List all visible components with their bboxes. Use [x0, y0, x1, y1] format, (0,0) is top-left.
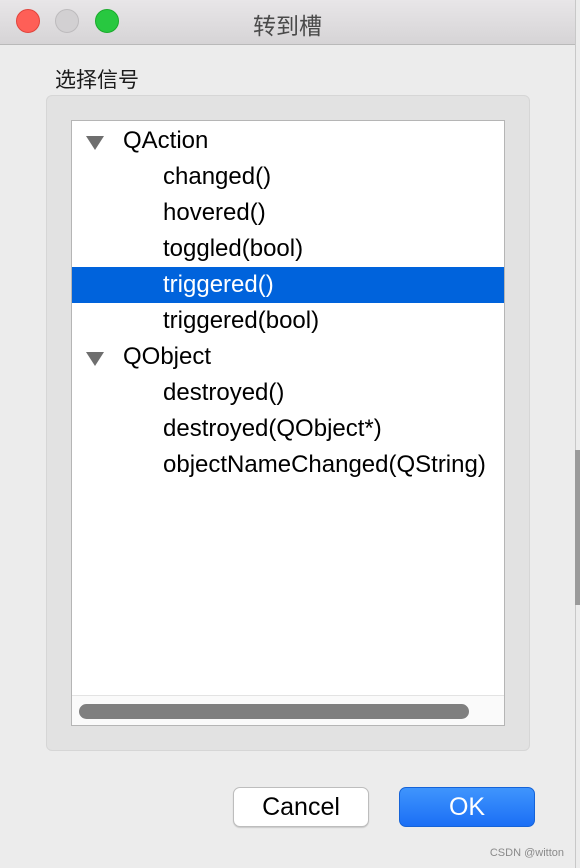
tree-row-label: toggled(bool): [163, 235, 304, 262]
ok-button[interactable]: OK: [399, 787, 535, 827]
horizontal-scrollbar[interactable]: [72, 695, 504, 725]
window-title: 转到槽: [253, 13, 322, 39]
tree-signal-row[interactable]: toggled(bool): [72, 231, 504, 267]
background-window-edge: [575, 450, 580, 605]
go-to-slot-dialog: 转到槽 选择信号 QAction changed() hovered() toggle…: [0, 0, 576, 868]
tree-group-row[interactable]: QAction: [72, 123, 504, 159]
tree-signal-row[interactable]: triggered(): [72, 267, 504, 303]
tree-row-label: changed(): [163, 163, 272, 190]
signal-tree[interactable]: QAction changed() hovered() toggled(bool) tr…: [71, 120, 505, 726]
tree-signal-row[interactable]: destroyed(): [72, 375, 504, 411]
tree-signal-row[interactable]: hovered(): [72, 195, 504, 231]
tree-signal-row[interactable]: changed(): [72, 159, 504, 195]
tree-signal-row[interactable]: destroyed(QObject*): [72, 411, 504, 447]
tree-group-row[interactable]: QObject: [72, 339, 504, 375]
tree-signal-row[interactable]: triggered(bool): [72, 303, 504, 339]
tree-row-label: QAction: [123, 127, 209, 154]
tree-row-label: objectNameChanged(QString): [163, 451, 486, 478]
tree-row-label: destroyed(QObject*): [163, 415, 382, 442]
scrollbar-thumb[interactable]: [79, 704, 469, 719]
disclosure-triangle-icon[interactable]: [86, 352, 104, 366]
cancel-button[interactable]: Cancel: [233, 787, 369, 827]
watermark: CSDN @witton: [489, 847, 564, 859]
tree-row-label: triggered(): [163, 271, 274, 298]
tree-row-label: triggered(bool): [163, 307, 320, 334]
disclosure-triangle-icon[interactable]: [86, 136, 104, 150]
tree-signal-row[interactable]: objectNameChanged(QString): [72, 447, 504, 483]
title-bar: 转到槽: [0, 0, 575, 45]
tree-row-label: hovered(): [163, 199, 266, 226]
select-signal-label: 选择信号: [55, 69, 139, 92]
tree-row-label: QObject: [123, 343, 212, 370]
tree-row-label: destroyed(): [163, 379, 285, 406]
